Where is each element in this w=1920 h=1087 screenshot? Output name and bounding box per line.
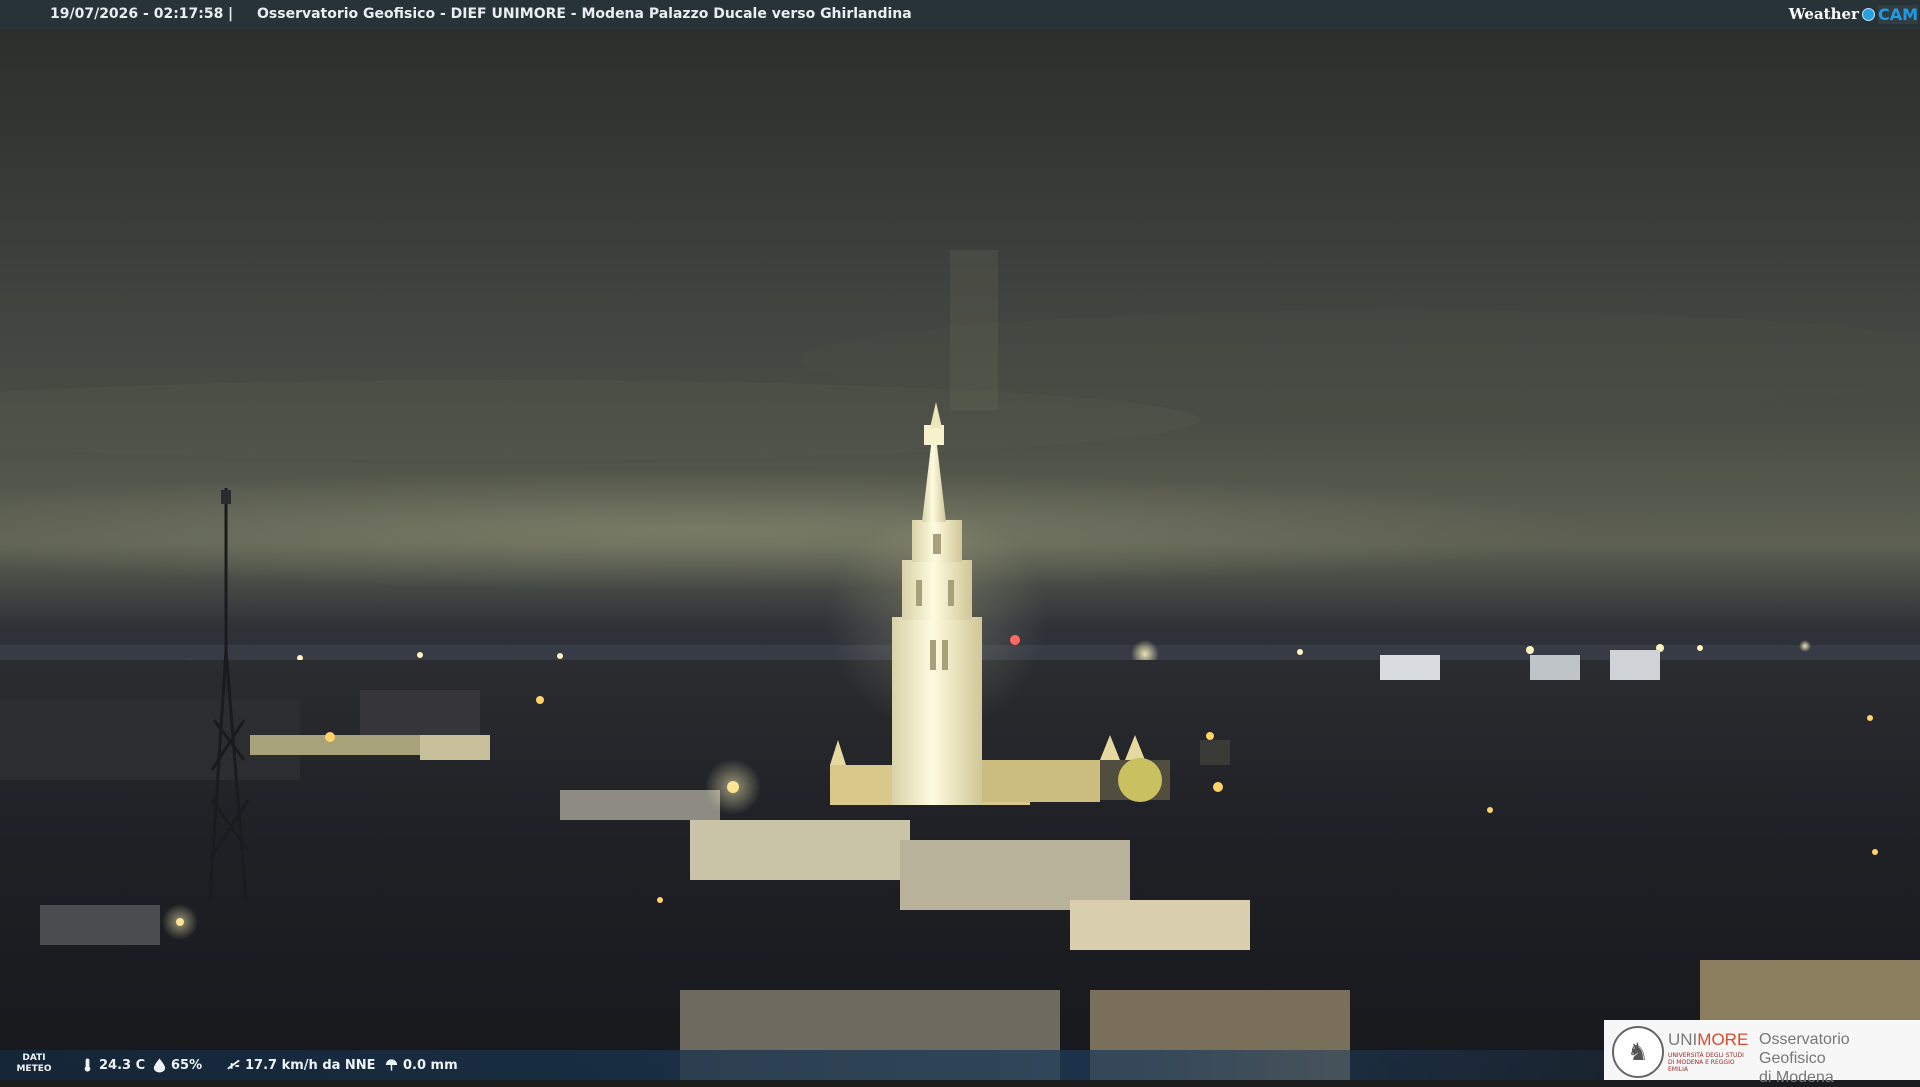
weathercam-logo: Weather CAM [1789,3,1918,25]
unimore-subtitle: UNIVERSITÀ DEGLI STUDI DI MODENA E REGGI… [1668,1052,1744,1073]
webcam-night-view [0,0,1920,1080]
humidity-drop-icon [153,1058,166,1073]
brand-weather-text: Weather [1788,5,1859,23]
header-separator: | [228,6,234,22]
rain-value: 0.0 mm [403,1057,458,1073]
observatory-name: Osservatorio Geofisico di Modena [1759,1031,1850,1086]
weather-bar-label: DATI METEO [16,1053,52,1074]
rain-readout: 0.0 mm [384,1057,458,1073]
wind-icon [227,1059,240,1070]
rain-icon [385,1059,398,1071]
wind-readout: 17.7 km/h da NNE [226,1057,376,1073]
streetlight-glow [162,904,198,940]
wind-value: 17.7 km/h da NNE [245,1057,376,1073]
unimore-logo-box: ♞ UNIMORE UNIVERSITÀ DEGLI STUDI DI MODE… [1604,1020,1920,1086]
timestamp: 19/07/2026 - 02:17:58 [50,6,224,22]
thermometer-icon [84,1058,91,1072]
university-seal-icon: ♞ [1612,1026,1664,1078]
streetlight-glow [705,759,761,815]
temperature-readout: 24.3 C [80,1057,145,1073]
camera-header-bar: 19/07/2026 - 02:17:58 | Osservatorio Geo… [0,0,1920,29]
humidity-value: 65% [171,1057,203,1073]
temperature-value: 24.3 C [99,1057,146,1073]
antenna-top [221,490,231,504]
humidity-readout: 65% [152,1057,202,1073]
brand-dot-icon [1861,7,1875,21]
camera-title: Osservatorio Geofisico - DIEF UNIMORE - … [257,6,912,22]
brand-cam-text: CAM [1877,4,1918,24]
light-beam [950,250,998,410]
unimore-wordmark: UNIMORE [1668,1030,1749,1049]
